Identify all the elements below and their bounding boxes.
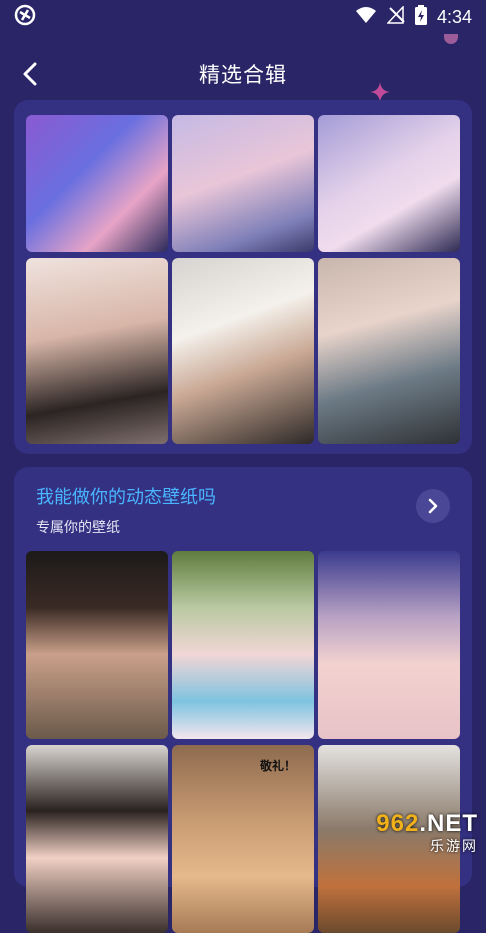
app-bar: 精选合辑 [0,44,486,104]
status-time: 4:34 [436,6,472,27]
wallpaper-thumbnail[interactable] [318,115,460,252]
wallpaper-thumbnail[interactable] [172,551,314,739]
wallpaper-thumbnail[interactable] [26,745,168,933]
wallpaper-thumbnail[interactable] [26,115,168,252]
wallpaper-thumbnail[interactable]: 敬礼！ [172,745,314,933]
sparkle-icon [370,82,390,102]
watermark-number: 962 [376,810,420,837]
wallpaper-grid [26,115,460,444]
battery-icon [414,4,427,30]
chevron-left-icon [23,62,37,86]
back-button[interactable] [12,56,48,92]
wallpaper-thumbnail[interactable] [318,551,460,739]
collection-more-button[interactable] [416,489,450,523]
status-bar: 4:34 [0,0,486,34]
page-title: 精选合辑 [199,63,287,87]
wallpaper-grid: 敬礼！ [26,551,460,933]
thumbnail-caption: 敬礼！ [259,759,296,773]
app-notification-icon [14,4,36,30]
watermark-site: 乐游网 [430,839,478,855]
wallpaper-thumbnail[interactable] [26,551,168,739]
watermark-suffix: .NET [419,810,478,837]
wifi-icon [355,6,377,29]
no-signal-icon [386,4,405,29]
site-watermark: 962.NET 乐游网 [376,810,478,856]
wallpaper-thumbnail[interactable] [172,258,314,444]
collection-title: 我能做你的动态壁纸吗 [36,487,216,508]
collection-card-previous [14,100,472,454]
chevron-right-icon [428,498,438,514]
decor-dot [444,34,458,44]
collection-subtitle: 专属你的壁纸 [36,520,120,536]
wallpaper-thumbnail[interactable] [26,258,168,444]
wallpaper-thumbnail[interactable] [172,115,314,252]
wallpaper-thumbnail[interactable] [318,258,460,444]
